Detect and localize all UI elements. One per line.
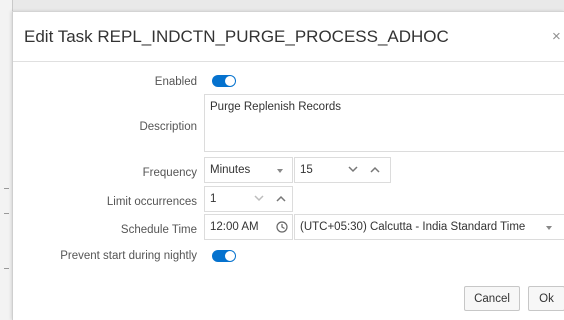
schedule-time-input[interactable]: 12:00 AM <box>204 214 293 240</box>
frequency-value: 15 <box>300 164 313 176</box>
chevron-down-icon <box>546 226 552 230</box>
limit-decrement-button[interactable] <box>249 186 271 212</box>
background-marker <box>4 188 9 189</box>
frequency-label: Frequency <box>142 167 197 179</box>
enabled-toggle[interactable] <box>212 75 236 87</box>
dialog-title: Edit Task REPL_INDCTN_PURGE_PROCESS_ADHO… <box>24 27 449 46</box>
description-label: Description <box>139 121 197 133</box>
limit-increment-button[interactable] <box>271 186 293 212</box>
chevron-up-icon <box>370 166 380 173</box>
description-value: Purge Replenish Records <box>210 101 342 113</box>
chevron-down-icon <box>277 169 283 173</box>
limit-occurrences-value: 1 <box>210 193 217 205</box>
schedule-time-value: 12:00 AM <box>210 221 259 233</box>
close-icon[interactable]: × <box>552 29 561 44</box>
background-marker <box>4 268 9 269</box>
prevent-start-toggle[interactable] <box>212 250 236 262</box>
timezone-select[interactable]: (UTC+05:30) Calcutta - India Standard Ti… <box>294 214 564 240</box>
background-marker <box>4 213 9 214</box>
edit-task-dialog: Edit Task REPL_INDCTN_PURGE_PROCESS_ADHO… <box>12 11 564 320</box>
enabled-label: Enabled <box>154 76 197 88</box>
clock-icon[interactable] <box>276 221 288 233</box>
prevent-start-label: Prevent start during nightly <box>60 250 197 262</box>
schedule-time-label: Schedule Time <box>120 224 197 236</box>
frequency-increment-button[interactable] <box>365 157 387 183</box>
cancel-button[interactable]: Cancel <box>464 286 520 311</box>
chevron-down-icon <box>348 166 358 173</box>
description-textarea[interactable]: Purge Replenish Records <box>204 94 564 152</box>
toggle-knob <box>225 251 235 261</box>
limit-occurrences-label: Limit occurrences <box>106 196 197 208</box>
timezone-value: (UTC+05:30) Calcutta - India Standard Ti… <box>300 221 526 233</box>
dialog-header: Edit Task REPL_INDCTN_PURGE_PROCESS_ADHO… <box>13 12 564 62</box>
chevron-up-icon <box>276 195 286 202</box>
chevron-down-icon <box>254 195 264 202</box>
toggle-knob <box>225 76 235 86</box>
frequency-unit-value: Minutes <box>210 164 251 176</box>
ok-button[interactable]: Ok <box>528 286 564 311</box>
frequency-decrement-button[interactable] <box>343 157 365 183</box>
frequency-unit-select[interactable]: Minutes <box>204 157 293 183</box>
